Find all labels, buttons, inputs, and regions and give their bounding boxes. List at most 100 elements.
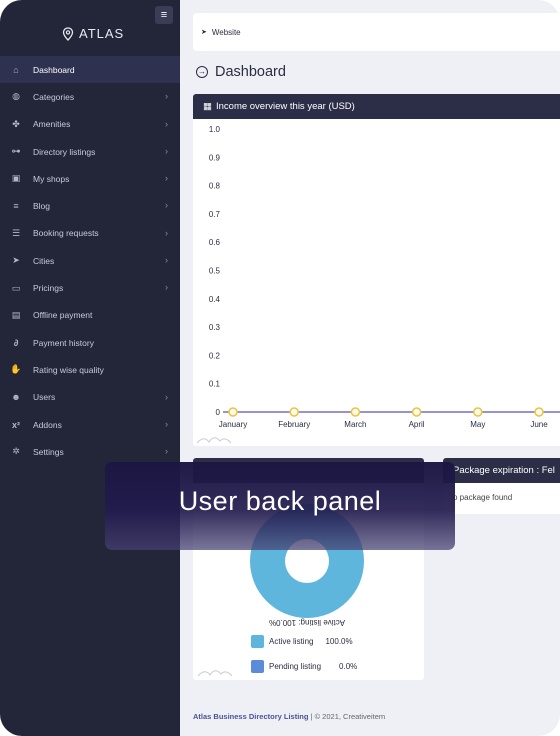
sidebar-item-label: Categories: [33, 91, 75, 102]
sidebar-item-blog[interactable]: ≡ Blog ›: [0, 192, 180, 219]
paperclip-icon: ∂: [13, 337, 19, 348]
chevron-right-icon: ›: [165, 91, 168, 102]
users-icon: ☻: [11, 392, 21, 403]
sidebar-item-dashboard[interactable]: ⌂ Dashboard: [0, 56, 180, 84]
sidebar-item-label: Amenities: [33, 119, 71, 130]
logo-text: ATLAS: [79, 26, 125, 41]
slice-label: Active listing: 100.0%: [269, 618, 345, 627]
income-card-header: ▦ Income overview this year (USD): [193, 94, 560, 119]
legend-label-pending: Pending listing: [269, 662, 322, 671]
y-tick-label: 0.7: [209, 210, 221, 219]
sidebar-item-label: Payment history: [33, 337, 94, 348]
data-point[interactable]: [534, 407, 544, 417]
x-tick-label: June: [530, 420, 548, 429]
y-tick-label: 0.6: [209, 238, 221, 247]
sidebar-item-label: Addons: [33, 419, 62, 430]
chevron-right-icon: ›: [165, 200, 168, 211]
shopping-bag-icon: ▣: [11, 173, 21, 184]
chevron-right-icon: ›: [165, 446, 168, 457]
menu-toggle-button[interactable]: ≡: [155, 6, 173, 24]
page-title-text: Dashboard: [215, 64, 286, 80]
chevron-right-icon: ›: [165, 418, 168, 429]
data-point[interactable]: [350, 407, 361, 417]
mini-wave-icon: [196, 437, 232, 444]
top-bar: ➤ Website: [193, 13, 560, 51]
website-link[interactable]: Website: [212, 28, 241, 37]
legend-swatch-pending: [251, 660, 264, 673]
income-card-title: Income overview this year (USD): [215, 101, 355, 112]
puzzle-icon: ✤: [12, 118, 20, 129]
sidebar-item-amenities[interactable]: ✤ Amenities ›: [0, 111, 180, 138]
y-tick-label: 0.2: [209, 351, 221, 360]
sitemap-icon: ⊶: [11, 146, 21, 157]
sidebar-item-pricings[interactable]: ▭ Pricings ›: [0, 274, 180, 301]
y-tick-label: 0.3: [209, 323, 221, 332]
y-tick-label: 0.9: [209, 153, 221, 162]
sidebar-item-payment-history[interactable]: ∂ Payment history: [0, 329, 180, 356]
x-tick-label: January: [219, 420, 247, 429]
chevron-right-icon: ›: [165, 227, 168, 238]
package-card-header: Package expiration : Fel: [443, 458, 560, 483]
sidebar-item-label: Settings: [33, 446, 64, 457]
data-point[interactable]: [411, 407, 422, 417]
data-point[interactable]: [289, 407, 299, 417]
chevron-right-icon: ›: [165, 145, 168, 156]
footer: Atlas Business Directory Listing | © 202…: [193, 712, 385, 721]
sidebar-item-categories[interactable]: ◍ Categories ›: [0, 83, 180, 110]
package-card-title: Package expiration : Fel: [453, 465, 555, 476]
sidebar-item-rating-wise-quality[interactable]: ✋ Rating wise quality: [0, 356, 180, 383]
x-tick-label: March: [344, 420, 366, 429]
chevron-right-icon: ›: [165, 173, 168, 184]
thumbs-up-icon: ✋: [10, 364, 22, 375]
sidebar-item-users[interactable]: ☻ Users ›: [0, 384, 180, 411]
sidebar-item-label: Offline payment: [33, 310, 93, 321]
y-tick-label: 1.0: [209, 125, 221, 134]
data-point[interactable]: [228, 407, 238, 417]
sidebar-nav: ⌂ Dashboard ◍ Categories › ✤ Amenities › ⊶ Direct…: [0, 56, 180, 465]
sidebar-item-directory-listings[interactable]: ⊶ Directory listings ›: [0, 138, 180, 165]
package-expiration-card: Package expiration : Fel o package found: [443, 458, 560, 514]
income-overview-card: ▦ Income overview this year (USD) 1.0 0.9…: [193, 94, 560, 446]
align-left-icon: ≡: [13, 201, 19, 212]
y-tick-label: 0: [216, 408, 221, 417]
chevron-right-icon: ›: [165, 391, 168, 402]
archive-icon: ▤: [11, 309, 21, 320]
x-tick-label: February: [278, 420, 310, 429]
y-tick-label: 0.4: [209, 295, 221, 304]
x-tick-label: May: [470, 420, 485, 429]
legend-value-pending: 0.0%: [339, 662, 358, 671]
sidebar-item-offline-payment[interactable]: ▤ Offline payment: [0, 302, 180, 329]
logo[interactable]: ATLAS: [62, 26, 124, 41]
y-tick-label: 0.8: [209, 182, 221, 191]
chevron-right-icon: ›: [165, 255, 168, 266]
y-tick-label: 0.1: [209, 380, 221, 389]
sidebar-item-label: Booking requests: [33, 228, 99, 239]
data-point[interactable]: [473, 407, 483, 417]
sidebar-item-label: Directory listings: [33, 146, 96, 157]
chevron-right-icon: ›: [165, 282, 168, 293]
paper-plane-icon: ➤: [201, 29, 207, 36]
globe-icon: ◍: [12, 91, 20, 102]
sidebar-item-label: Blog: [33, 201, 51, 212]
footer-brand-link[interactable]: Atlas Business Directory Listing: [193, 712, 308, 721]
map-pin-icon: [62, 26, 74, 41]
superscript-icon: x²: [11, 419, 20, 430]
app-window: ≡ ATLAS ⌂ Dashboard ◍ Categories › ✤ Amenities…: [0, 0, 560, 736]
sidebar-item-label: Rating wise quality: [33, 364, 104, 375]
cogs-icon: ✲: [12, 446, 20, 457]
page-title: → Dashboard: [196, 64, 286, 80]
home-icon: ⌂: [13, 64, 19, 75]
sidebar-item-cities[interactable]: ➤ Cities ›: [0, 247, 180, 274]
credit-card-icon: ▭: [11, 282, 21, 293]
legend-swatch-active: [251, 635, 264, 648]
chevron-right-icon: ›: [165, 118, 168, 129]
banner-text: User back panel: [178, 486, 382, 516]
sidebar-item-label: My shops: [33, 173, 70, 184]
mini-wave-icon: [197, 670, 233, 677]
sidebar-item-addons[interactable]: x² Addons ›: [0, 411, 180, 438]
sidebar-item-my-shops[interactable]: ▣ My shops ›: [0, 165, 180, 192]
sidebar-item-booking-requests[interactable]: ☰ Booking requests ›: [0, 220, 180, 247]
package-status-text: o package found: [453, 493, 513, 502]
footer-copyright: | © 2021, Creativeitem: [308, 712, 386, 721]
legend-value-active: 100.0%: [325, 637, 353, 646]
